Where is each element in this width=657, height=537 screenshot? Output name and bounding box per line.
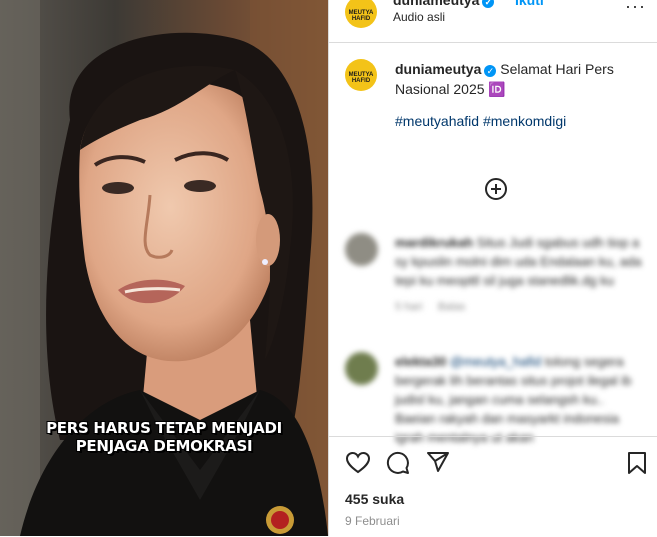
comment-reply-button[interactable]: Balas <box>438 301 466 313</box>
post-media[interactable]: PERS HARUS TETAP MENJADI PENJAGA DEMOKRA… <box>0 0 328 536</box>
hashtag-link[interactable]: #meutyahafid <box>395 113 479 129</box>
caption-hashtags: #meutyahafid #menkomdigi <box>395 113 566 129</box>
commenter-avatar[interactable] <box>345 233 378 266</box>
header-username-text[interactable]: duniameutya <box>393 0 479 8</box>
plus-circle-icon[interactable] <box>485 178 507 200</box>
avatar-logo-text: MEUTYA HAFID <box>348 10 374 22</box>
caption-username[interactable]: duniameutya <box>395 61 481 77</box>
verified-badge-icon: ✓ <box>482 0 495 8</box>
commenter-avatar[interactable] <box>345 352 378 385</box>
comment-body: mardikrukah Situs Judi sgabus udh tiop a… <box>395 233 645 317</box>
more-options-icon[interactable]: ··· <box>625 0 646 17</box>
heart-icon[interactable] <box>345 451 371 475</box>
share-icon[interactable] <box>426 450 450 474</box>
caption-author-avatar[interactable]: MEUTYA HAFID <box>345 59 377 91</box>
video-caption-line-2: PENJAGA DEMOKRASI <box>75 437 253 455</box>
post-side-panel: MEUTYA HAFID duniameutya ✓ Ikuti Audio as… <box>328 0 657 536</box>
post-header: MEUTYA HAFID duniameutya ✓ Ikuti Audio as… <box>329 0 657 43</box>
caption-avatar-logo-text: MEUTYA HAFID <box>348 72 374 84</box>
hashtag-link[interactable]: #menkomdigi <box>483 113 566 129</box>
bookmark-icon[interactable] <box>626 451 648 475</box>
comment-username[interactable]: elekta30 <box>395 354 446 369</box>
comment-body: elekta30 @meutya_hafid tolong segera ber… <box>395 352 645 447</box>
video-caption-line-1: PERS HARUS TETAP MENJADI <box>46 419 282 437</box>
audio-label[interactable]: Audio asli <box>393 10 445 24</box>
post-date[interactable]: 9 Februari <box>345 514 400 528</box>
likes-count[interactable]: 455 suka <box>345 491 404 507</box>
photo-portrait <box>0 0 328 536</box>
post-actions: 455 suka 9 Februari <box>329 436 657 537</box>
follow-button[interactable]: Ikuti <box>515 0 544 8</box>
comment-meta: 5 hari Balas <box>395 298 645 317</box>
author-avatar[interactable]: MEUTYA HAFID <box>345 0 377 28</box>
comment-mention[interactable]: @meutya_hafid <box>450 354 541 369</box>
comment-username[interactable]: mardikrukah <box>395 235 473 250</box>
post-caption: duniameutya ✓ Selamat Hari Pers Nasional … <box>395 59 645 99</box>
comment-icon[interactable] <box>386 451 410 475</box>
header-username[interactable]: duniameutya ✓ <box>393 0 495 8</box>
comment-time: 5 hari <box>395 301 423 313</box>
caption-verified-badge-icon: ✓ <box>484 65 497 77</box>
